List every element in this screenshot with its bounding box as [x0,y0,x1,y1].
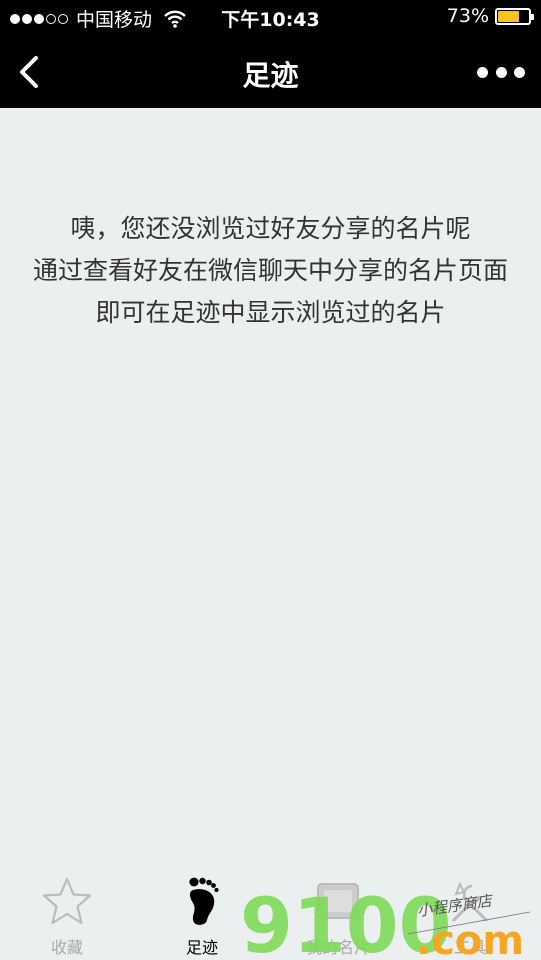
battery-fill [498,10,520,22]
battery-percent: 73% [446,5,489,27]
tab-bar: 收藏 足迹 我的名片 工具 [0,870,541,960]
status-bar: 中国移动 下午10:43 73% [0,0,541,36]
tab-favorites[interactable]: 收藏 [7,870,127,960]
battery-icon [495,7,534,25]
empty-message-line-3: 即可在足迹中显示浏览过的名片 [95,298,446,327]
more-dots-icon[interactable] [477,58,525,86]
status-right: 73% [446,5,534,27]
card-icon [317,883,359,919]
tab-tools[interactable]: 工具 [410,870,530,960]
tab-label: 收藏 [50,938,83,957]
footprint-icon [189,877,219,925]
tab-label: 足迹 [185,938,218,957]
tab-label: 我的名片 [305,938,370,957]
nav-bar: 足迹 [0,36,541,108]
tab-my-card[interactable]: 我的名片 [278,870,398,960]
page-title: 足迹 [242,59,299,92]
tab-footprint[interactable]: 足迹 [142,870,262,960]
empty-state-message: 咦，您还没浏览过好友分享的名片呢 通过查看好友在微信聊天中分享的名片页面 即可在… [0,208,541,334]
tools-icon [452,881,488,922]
star-icon [42,877,92,925]
empty-message-line-1: 咦，您还没浏览过好友分享的名片呢 [70,214,471,243]
empty-message-line-2: 通过查看好友在微信聊天中分享的名片页面 [32,256,508,285]
tab-label: 工具 [453,938,486,957]
